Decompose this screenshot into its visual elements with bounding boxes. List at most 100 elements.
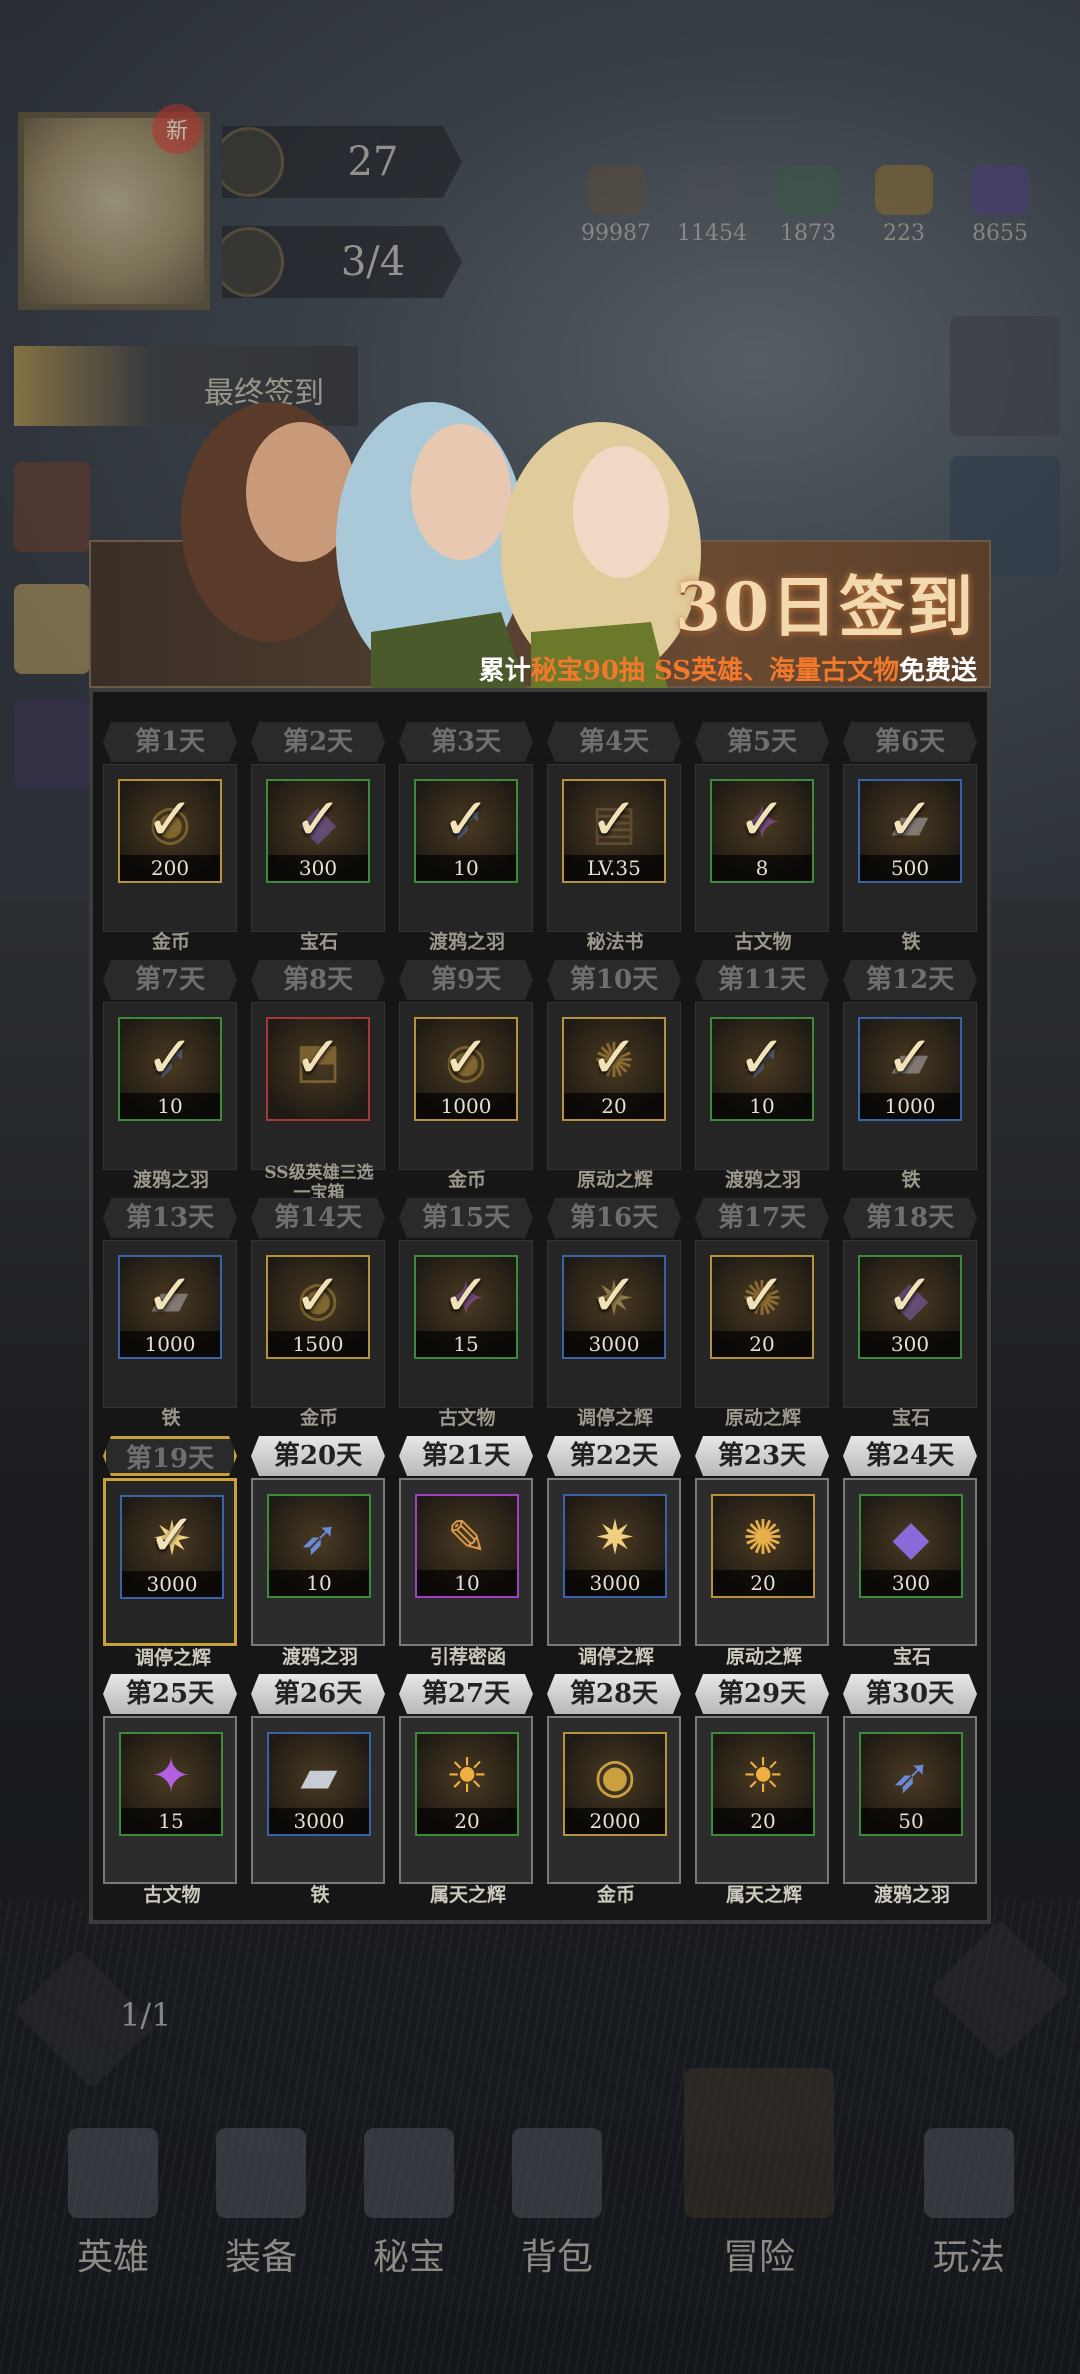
check-icon: ✓: [737, 785, 787, 853]
day-label: 第3天: [399, 722, 533, 762]
reward-name: 铁: [901, 1169, 921, 1191]
reward-amount: 200: [120, 855, 220, 881]
reward-item[interactable]: ✎ 10: [415, 1494, 519, 1598]
day-label: 第15天: [399, 1198, 533, 1238]
reward-item[interactable]: ➶ 10: [267, 1494, 371, 1598]
check-icon: ✓: [441, 1261, 491, 1329]
day-label: 第12天: [843, 960, 977, 1000]
day-label: 第18天: [843, 1198, 977, 1238]
nav-gameplay[interactable]: 玩法: [904, 2128, 1034, 2280]
reward-amount: 3000: [564, 1331, 664, 1357]
reward-name: 古文物: [734, 931, 792, 953]
day-cell: 第6天 ▰ ✓ 500 铁: [843, 722, 977, 953]
reward-amount: 50: [861, 1808, 961, 1834]
resource-value: 99987: [581, 221, 651, 246]
resource-value: 1873: [780, 221, 836, 246]
day-label: 第19天: [103, 1436, 237, 1476]
day-cell: 第28天 ◉ 2000 金币: [547, 1674, 681, 1906]
reward-item[interactable]: ◆ ✓ 300: [266, 779, 370, 883]
reward-item[interactable]: ◉ ✓ 200: [118, 779, 222, 883]
gem-icon: [971, 165, 1029, 215]
reward-box: ✦ ✓ 8 古文物: [695, 764, 829, 953]
level-value: 27: [347, 139, 399, 185]
reward-name: 宝石: [299, 931, 338, 953]
reward-item[interactable]: ☀ 20: [415, 1732, 519, 1836]
reward-name: 渡鸦之羽: [724, 1169, 801, 1191]
day-cell: 第9天 ◉ ✓ 1000 金币: [399, 960, 533, 1191]
reward-item[interactable]: ✷ ✓ 3000: [120, 1495, 224, 1599]
reward-item[interactable]: ☀ 20: [711, 1732, 815, 1836]
reward-item[interactable]: ⬒ ✓: [266, 1017, 370, 1121]
nav-backpack[interactable]: 背包: [492, 2128, 622, 2280]
reward-item[interactable]: ✺ 20: [711, 1494, 815, 1598]
reward-item[interactable]: ✺ ✓ 20: [710, 1255, 814, 1359]
reward-item[interactable]: ✷ ✓ 3000: [562, 1255, 666, 1359]
nav-treasure[interactable]: 秘宝: [344, 2128, 474, 2280]
reward-item[interactable]: ➶ ✓ 10: [710, 1017, 814, 1121]
subtitle-highlight: 秘宝90抽: [530, 656, 645, 686]
reward-item[interactable]: ▤ ✓ LV.35: [562, 779, 666, 883]
nav-heroes[interactable]: 英雄: [48, 2128, 178, 2280]
reward-item[interactable]: ➶ ✓ 10: [118, 1017, 222, 1121]
reward-item[interactable]: ▰ ✓ 500: [858, 779, 962, 883]
day-label: 第4天: [547, 722, 681, 762]
reward-item[interactable]: ▰ ✓ 1000: [118, 1255, 222, 1359]
day-cell: 第26天 ▰ 3000 铁: [251, 1674, 385, 1906]
resource-wood[interactable]: 99987: [566, 165, 666, 246]
day-label: 第27天: [399, 1674, 533, 1714]
reward-name: 调停之辉: [576, 1407, 653, 1429]
reward-item[interactable]: ✦ 15: [119, 1732, 223, 1836]
reward-item[interactable]: ◉ 2000: [563, 1732, 667, 1836]
reward-amount: 3000: [269, 1808, 369, 1834]
resource-iron[interactable]: 11454: [662, 165, 762, 246]
day-cell: 第22天 ✷ 3000 调停之辉: [547, 1436, 681, 1668]
reward-name: 属天之辉: [429, 1884, 506, 1906]
day-cell[interactable]: 第19天 ✷ ✓ 3000 调停之辉: [103, 1436, 237, 1669]
reward-item[interactable]: ▰ 3000: [267, 1732, 371, 1836]
reward-name: 渡鸦之羽: [132, 1169, 209, 1191]
reward-item[interactable]: ➶ ✓ 10: [414, 779, 518, 883]
day-cell: 第13天 ▰ ✓ 1000 铁: [103, 1198, 237, 1429]
reward-amount: 3000: [565, 1570, 665, 1596]
reward-item[interactable]: ➶ 50: [859, 1732, 963, 1836]
reward-amount: LV.35: [564, 855, 664, 881]
side-event-button[interactable]: [14, 700, 90, 790]
reward-box: ◆ 300 宝石: [843, 1478, 977, 1668]
reward-item[interactable]: ✺ ✓ 20: [562, 1017, 666, 1121]
resource-gold[interactable]: 223: [854, 165, 954, 246]
reward-item[interactable]: ✷ 3000: [563, 1494, 667, 1598]
resource-crystal[interactable]: 1873: [758, 165, 858, 246]
reward-amount: 10: [712, 1093, 812, 1119]
reward-name: 金币: [447, 1169, 486, 1191]
reward-amount: 20: [713, 1808, 813, 1834]
resource-gem[interactable]: 8655: [950, 165, 1050, 246]
reward-box: ☀ 20 属天之辉: [695, 1716, 829, 1906]
reward-box: ◉ 2000 金币: [547, 1716, 681, 1906]
side-event-button[interactable]: [14, 584, 90, 674]
reward-amount: 20: [564, 1093, 664, 1119]
day-cell: 第14天 ◉ ✓ 1500 金币: [251, 1198, 385, 1429]
reward-item[interactable]: ◉ ✓ 1500: [266, 1255, 370, 1359]
reward-item[interactable]: ✦ ✓ 15: [414, 1255, 518, 1359]
reward-name: 秘法书: [586, 931, 644, 953]
reward-item[interactable]: ▰ ✓ 1000: [858, 1017, 962, 1121]
reward-item[interactable]: ◆ 300: [859, 1494, 963, 1598]
resource-value: 223: [883, 221, 925, 246]
reward-box: ➶ ✓ 10 渡鸦之羽: [103, 1002, 237, 1191]
check-icon: ✓: [885, 1023, 935, 1091]
day-label: 第30天: [843, 1674, 977, 1714]
right-event-button[interactable]: [950, 316, 1060, 436]
check-icon: ✓: [589, 785, 639, 853]
nav-adventure[interactable]: 冒险: [674, 2068, 844, 2280]
reward-amount: 8: [712, 855, 812, 881]
side-event-button[interactable]: [14, 462, 90, 552]
check-icon: ✓: [441, 1023, 491, 1091]
nav-equipment[interactable]: 装备: [196, 2128, 326, 2280]
reward-item[interactable]: ◆ ✓ 300: [858, 1255, 962, 1359]
check-icon: ✓: [293, 1261, 343, 1329]
reward-item[interactable]: ✦ ✓ 8: [710, 779, 814, 883]
day-label: 第10天: [547, 960, 681, 1000]
day-label: 第26天: [251, 1674, 385, 1714]
reward-item[interactable]: ◉ ✓ 1000: [414, 1017, 518, 1121]
reward-box: ◉ ✓ 1000 金币: [399, 1002, 533, 1191]
